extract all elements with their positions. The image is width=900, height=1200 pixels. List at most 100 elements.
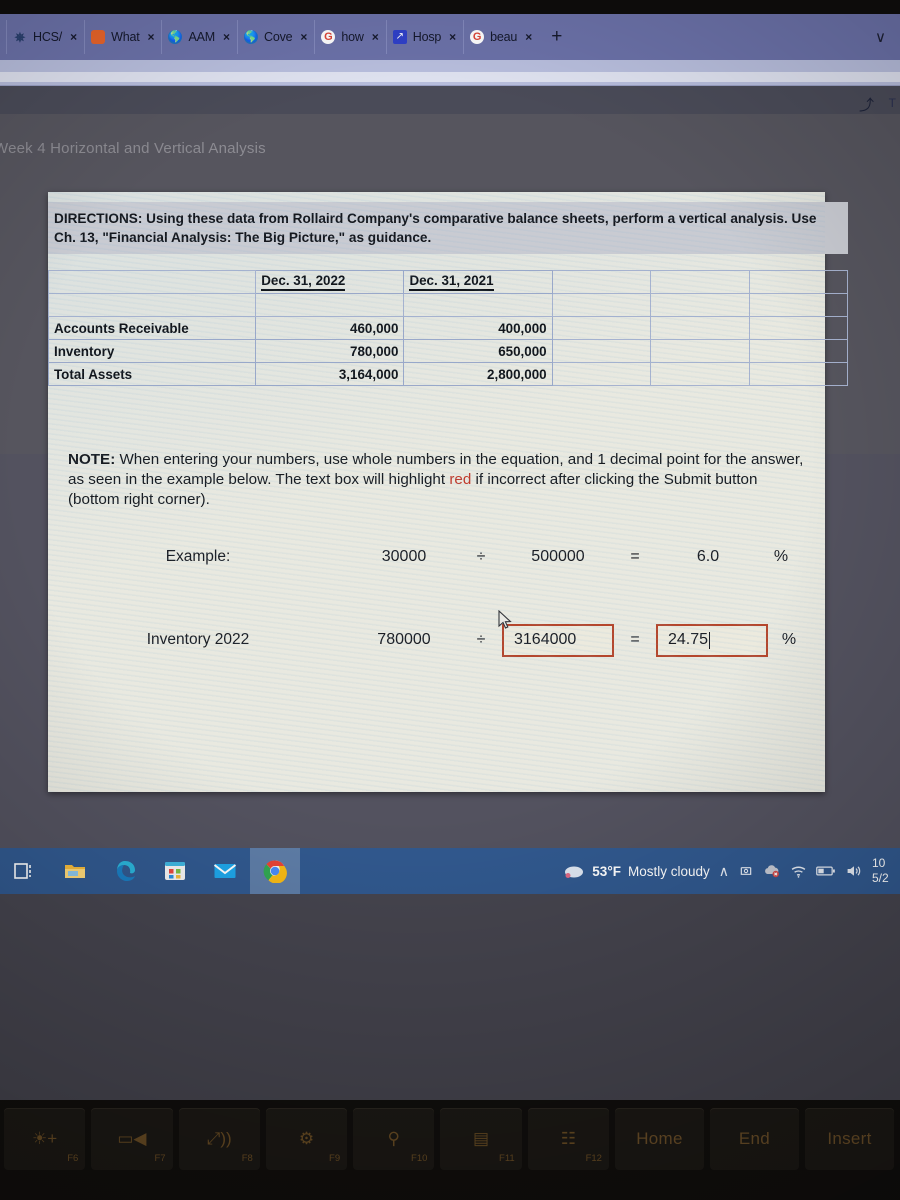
document-page: DIRECTIONS: Using these data from Rollai… bbox=[47, 192, 848, 792]
key-home[interactable]: Home bbox=[614, 1108, 704, 1170]
result-input-value: 24.75 bbox=[668, 631, 709, 648]
projector-icon: ▭◀ bbox=[117, 1129, 147, 1148]
close-icon[interactable]: × bbox=[300, 30, 307, 44]
globe-icon: 🌎 bbox=[244, 30, 258, 44]
edge-icon[interactable] bbox=[100, 848, 150, 894]
close-icon[interactable]: × bbox=[147, 30, 154, 44]
table-empty-cell bbox=[551, 316, 652, 340]
key-end[interactable]: End bbox=[709, 1108, 799, 1170]
key-f7[interactable]: ▭◀ F7 bbox=[91, 1108, 173, 1170]
answer-percent-symbol: % bbox=[781, 631, 797, 648]
browser-tab[interactable]: ↗ Hosp × bbox=[385, 20, 463, 54]
close-icon[interactable]: × bbox=[449, 30, 456, 44]
example-percent-symbol: % bbox=[773, 548, 789, 565]
denominator-input[interactable]: 3164000 bbox=[502, 623, 614, 657]
text-caret bbox=[709, 631, 711, 649]
clock-date: 5/2 bbox=[872, 871, 889, 885]
key-f11[interactable]: ▤ F11 bbox=[440, 1108, 522, 1170]
key-f8-label: F8 bbox=[241, 1153, 253, 1164]
table-empty-cell bbox=[748, 339, 848, 363]
result-input[interactable]: 24.75 bbox=[656, 623, 768, 657]
onedrive-error-icon[interactable] bbox=[763, 863, 781, 879]
key-f12[interactable]: ☷ F12 bbox=[527, 1108, 609, 1170]
close-icon[interactable]: × bbox=[70, 30, 77, 44]
screenshot-photo: ✵ HCS/ × What × 🌎 AAM × 🌎 Cove × G how ×… bbox=[0, 0, 900, 1200]
row-label: Inventory bbox=[47, 339, 257, 363]
new-tab-button[interactable]: + bbox=[539, 26, 574, 48]
task-view-icon[interactable] bbox=[0, 848, 50, 894]
balance-sheet-table: Dec. 31, 2022 Dec. 31, 2021 Accounts Rec… bbox=[47, 270, 848, 386]
battery-icon[interactable] bbox=[816, 864, 836, 878]
weather-widget[interactable]: 53°F Mostly cloudy bbox=[563, 863, 710, 879]
browser-tab-label: how bbox=[341, 30, 364, 44]
key-f10-label: F10 bbox=[411, 1153, 428, 1164]
taskbar-tray: 53°F Mostly cloudy ∧ 10 5/2 bbox=[563, 848, 900, 894]
laptop-lower-bezel bbox=[0, 894, 900, 1109]
row-value-2022: 780,000 bbox=[255, 339, 405, 363]
share-icon[interactable]: ⤴ bbox=[859, 94, 874, 115]
hcs-icon: ✵ bbox=[14, 30, 26, 44]
table-row: Inventory 780,000 650,000 bbox=[47, 339, 848, 363]
table-empty-cell bbox=[47, 293, 257, 317]
mouse-cursor-icon bbox=[498, 610, 512, 629]
answer-equation-row: Inventory 2022 780000 ÷ 3164000 = 24.75 … bbox=[48, 620, 825, 660]
file-explorer-icon[interactable] bbox=[50, 848, 100, 894]
key-f9-label: F9 bbox=[329, 1153, 341, 1164]
key-f6[interactable]: ☀+ F6 bbox=[4, 1108, 86, 1170]
close-icon[interactable]: × bbox=[525, 30, 532, 44]
divide-icon: ÷ bbox=[476, 548, 486, 565]
chrome-icon[interactable] bbox=[250, 848, 300, 894]
volume-icon[interactable] bbox=[845, 863, 863, 879]
key-f6-label: F6 bbox=[67, 1153, 79, 1164]
table-empty-cell bbox=[551, 339, 652, 363]
keyboard-backlight-icon: ▤ bbox=[473, 1129, 490, 1148]
gear-icon: ⚙ bbox=[298, 1129, 315, 1148]
browser-tab[interactable]: 🌎 AAM × bbox=[161, 20, 237, 54]
mail-icon[interactable] bbox=[200, 848, 250, 894]
table-empty-cell bbox=[650, 362, 750, 386]
table-header-2021: Dec. 31, 2021 bbox=[403, 270, 553, 294]
close-icon[interactable]: × bbox=[372, 30, 379, 44]
key-f11-label: F11 bbox=[499, 1153, 515, 1164]
browser-tab[interactable]: G beau × bbox=[463, 20, 539, 54]
note-block: NOTE: When entering your numbers, use wh… bbox=[68, 450, 808, 509]
screen-glare bbox=[0, 72, 900, 82]
key-f8[interactable]: ⤢)) F8 bbox=[178, 1108, 260, 1170]
browser-tab-label: Cove bbox=[264, 30, 293, 44]
browser-tab[interactable]: ✵ HCS/ × bbox=[6, 20, 84, 54]
tray-chevron-up-icon[interactable]: ∧ bbox=[719, 864, 729, 878]
browser-tab[interactable]: What × bbox=[84, 20, 161, 54]
browser-tab-label: Hosp bbox=[412, 30, 442, 44]
clock-time: 10 bbox=[872, 856, 886, 870]
key-f9[interactable]: ⚙ F9 bbox=[265, 1108, 348, 1170]
onedrive-sync-icon[interactable] bbox=[738, 863, 754, 879]
table-empty-cell bbox=[748, 270, 848, 294]
browser-tab[interactable]: G how × bbox=[314, 20, 385, 54]
key-f10[interactable]: ⚲ F10 bbox=[353, 1108, 435, 1170]
example-numerator: 30000 bbox=[381, 548, 427, 565]
table-header-row: Dec. 31, 2022 Dec. 31, 2021 bbox=[47, 270, 848, 294]
browser-tab-label: AAM bbox=[188, 30, 215, 44]
equals-icon: = bbox=[630, 631, 640, 648]
table-empty-cell bbox=[255, 293, 405, 317]
search-icon: ⚲ bbox=[387, 1129, 400, 1148]
close-icon[interactable]: × bbox=[223, 30, 230, 44]
cloud-icon bbox=[565, 866, 584, 878]
table-empty-cell bbox=[551, 270, 652, 294]
key-insert[interactable]: Insert bbox=[805, 1108, 895, 1170]
table-empty-cell bbox=[748, 316, 848, 340]
taskbar-clock[interactable]: 10 5/2 bbox=[872, 856, 896, 886]
app-grid-icon: ☷ bbox=[560, 1129, 576, 1148]
browser-tab-label: beau bbox=[490, 30, 518, 44]
google-icon: G bbox=[470, 30, 485, 44]
example-equation-row: Example: 30000 ÷ 500000 = 6.0 % bbox=[48, 537, 825, 577]
wireless-icon: ⤢)) bbox=[206, 1129, 232, 1148]
chevron-down-icon[interactable]: ∨ bbox=[875, 28, 886, 46]
microsoft-store-icon[interactable] bbox=[150, 848, 200, 894]
wifi-icon[interactable] bbox=[790, 864, 807, 879]
table-row: Accounts Receivable 460,000 400,000 bbox=[47, 316, 848, 340]
table-empty-cell bbox=[403, 293, 553, 317]
browser-tab[interactable]: 🌎 Cove × bbox=[237, 20, 314, 54]
brightness-up-icon: ☀+ bbox=[32, 1129, 58, 1148]
keyboard-function-row: ☀+ F6 ▭◀ F7 ⤢)) F8 ⚙ F9 ⚲ F10 ▤ F11 ☷ F1… bbox=[0, 1108, 900, 1188]
